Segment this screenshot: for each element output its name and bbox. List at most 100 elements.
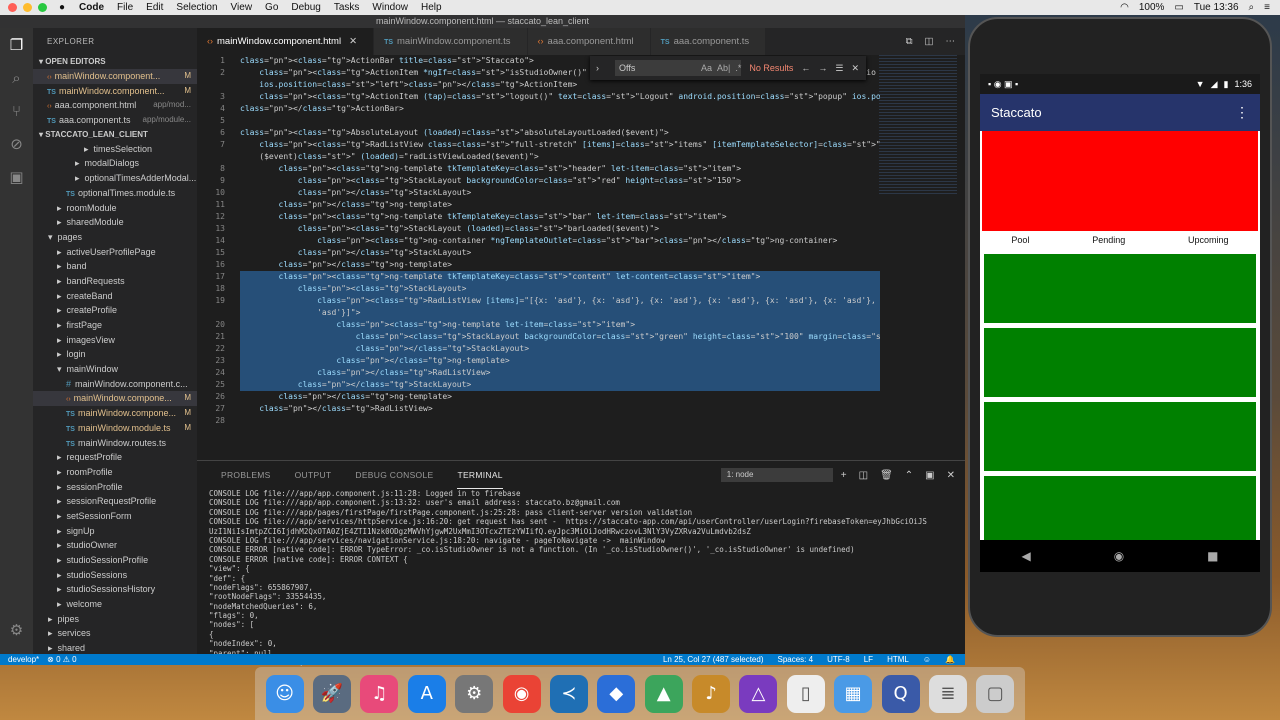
menu-item-4[interactable]: Go — [265, 2, 278, 13]
android-studio-icon[interactable]: ▲ — [644, 674, 683, 713]
open-editor-item[interactable]: TS aaa.component.ts app/module... — [33, 113, 197, 128]
end-of-line[interactable]: LF — [864, 655, 873, 664]
split-editor-icon[interactable]: ◫ — [925, 36, 934, 47]
regex-icon[interactable]: .* — [735, 63, 741, 73]
tree-item[interactable]: ▸ sessionProfile — [33, 480, 197, 495]
tree-item[interactable]: ‹› mainWindow.compone... M — [33, 391, 197, 407]
code-line[interactable]: class="pn"></class="tg">RadListView> — [240, 367, 880, 379]
code-line[interactable]: class="pn"><class="tg">RadListView class… — [240, 139, 880, 151]
notifications-icon[interactable]: 🔔 — [945, 655, 955, 664]
tree-item[interactable]: ▸ bandRequests — [33, 274, 197, 289]
toggle-replace-icon[interactable]: › — [596, 63, 599, 73]
code-line[interactable]: class="pn"></class="tg">StackLayout> — [240, 187, 880, 199]
source-control-icon[interactable]: ⑂ — [0, 94, 33, 127]
code-line[interactable]: class="pn"></class="tg">ng-template> — [240, 391, 880, 403]
code-line[interactable]: class="pn"><class="tg">ng-template tkTem… — [240, 211, 880, 223]
audio-app-icon[interactable]: ♪ — [692, 674, 731, 713]
tree-item[interactable]: ▸ createBand — [33, 289, 197, 304]
segment-tab-pool[interactable]: Pool — [1011, 231, 1029, 249]
kill-terminal-icon[interactable]: 🗑 — [880, 470, 893, 481]
list-item[interactable] — [984, 328, 1256, 397]
more-actions-icon[interactable]: ⋯ — [946, 36, 956, 47]
tree-item[interactable]: ▸ services — [33, 626, 197, 641]
code-line[interactable]: class="pn"></class="tg">ActionBar> — [240, 103, 880, 115]
search-icon[interactable]: ⌕ — [1249, 2, 1255, 13]
tree-item[interactable]: ▸ studioSessions — [33, 568, 197, 583]
tree-item[interactable]: ▸ sharedModule — [33, 215, 197, 230]
tab-3[interactable]: TS aaa.component.ts — [650, 28, 767, 55]
code-line[interactable]: class="pn"><class="tg">ng-template let-i… — [240, 319, 880, 331]
open-editor-item[interactable]: TS mainWindow.component... M — [33, 84, 197, 99]
tree-item[interactable]: # mainWindow.component.c... — [33, 377, 197, 392]
maximize-panel-icon[interactable]: ⌃ — [905, 470, 913, 481]
code-line[interactable]: class="pn"><class="tg">ng-template tkTem… — [240, 163, 880, 175]
project-header[interactable]: ▾ STACCATO_LEAN_CLIENT — [33, 128, 197, 142]
panel-tab-output[interactable]: OUTPUT — [295, 461, 332, 489]
code-line[interactable]: class="pn"></class="tg">StackLayout> — [240, 343, 880, 355]
tree-item[interactable]: ▸ roomProfile — [33, 465, 197, 480]
menu-item-8[interactable]: Help — [421, 2, 442, 13]
tree-item[interactable]: TS mainWindow.routes.ts — [33, 436, 197, 451]
problems-indicator[interactable]: ⊗ 0 ⚠ 0 — [47, 655, 76, 664]
split-terminal-icon[interactable]: ◫ — [859, 470, 868, 481]
list-item[interactable] — [984, 476, 1256, 545]
explorer-icon[interactable]: ❐ — [0, 28, 33, 61]
extensions-icon[interactable]: ▣ — [0, 160, 33, 193]
tree-item[interactable]: ▸ login — [33, 347, 197, 362]
gear-icon[interactable]: ⚙ — [0, 613, 33, 646]
code-line[interactable]: class="pn"></class="tg">ng-template> — [240, 355, 880, 367]
menu-item-1[interactable]: Edit — [146, 2, 163, 13]
panel-tab-terminal[interactable]: TERMINAL — [457, 461, 503, 489]
code-editor[interactable]: 1 2 3 4 5 6 7 8 9 10 11 12 13 14 15 16 17 18 19 20 21 22 23 24 2… — [197, 55, 965, 460]
match-case-icon[interactable]: Aa — [701, 63, 712, 73]
tree-item[interactable]: TS mainWindow.compone... M — [33, 406, 197, 421]
code-line[interactable]: class="pn"></class="tg">ng-template> — [240, 259, 880, 271]
apple-icon[interactable]: ● — [59, 2, 65, 13]
search-icon[interactable]: ⌕ — [0, 61, 33, 94]
code-line[interactable]: class="pn"></class="tg">StackLayout> — [240, 247, 880, 259]
trash-icon[interactable]: ▢ — [976, 674, 1015, 713]
vscode-icon[interactable]: ≺ — [549, 674, 588, 713]
tree-item[interactable]: ▸ createProfile — [33, 303, 197, 318]
system-preferences-icon[interactable]: ⚙ — [455, 674, 494, 713]
tree-item[interactable]: ▸ roomModule — [33, 201, 197, 216]
panel-tab-debug-console[interactable]: DEBUG CONSOLE — [355, 461, 433, 489]
tree-item[interactable]: ▸ studioOwner — [33, 538, 197, 553]
code-line[interactable]: ios.position=class="st">"left">class="pn… — [240, 79, 880, 91]
tree-item[interactable]: ▸ sessionRequestProfile — [33, 494, 197, 509]
document-icon[interactable]: ≣ — [928, 674, 967, 713]
segment-tab-upcoming[interactable]: Upcoming — [1188, 231, 1229, 249]
debug-icon[interactable]: ⊘ — [0, 127, 33, 160]
language-mode[interactable]: HTML — [887, 655, 909, 664]
menu-item-2[interactable]: Selection — [176, 2, 217, 13]
wifi-icon[interactable]: ◠ — [1120, 2, 1129, 13]
tree-item[interactable]: ▸ pipes — [33, 612, 197, 627]
terminal-output[interactable]: CONSOLE LOG file:///app/app.component.js… — [209, 489, 959, 667]
overflow-menu-icon[interactable]: ⋮ — [1235, 104, 1249, 121]
tree-item[interactable]: ▸ signUp — [33, 524, 197, 539]
tree-item[interactable]: ▾ pages — [33, 230, 197, 245]
finder-icon[interactable]: ☺ — [265, 674, 304, 713]
code-content[interactable]: class="pn"><class="tg">ActionBar title=c… — [240, 55, 880, 427]
menu-list-icon[interactable]: ≡ — [1264, 2, 1270, 13]
feedback-icon[interactable]: ☺ — [923, 655, 931, 664]
code-line[interactable]: class="pn"><class="tg">StackLayout backg… — [240, 331, 880, 343]
tab-1[interactable]: TS mainWindow.component.ts — [374, 28, 528, 55]
open-editor-item[interactable]: ‹› aaa.component.html app/mod... — [33, 98, 197, 113]
close-tab-icon[interactable]: ✕ — [349, 36, 357, 47]
panel-layout-icon[interactable]: ▣ — [925, 470, 934, 481]
clock[interactable]: Tue 13:36 — [1194, 2, 1239, 13]
previous-match-icon[interactable]: ← — [801, 63, 810, 74]
find-in-selection-icon[interactable]: ☰ — [835, 63, 843, 74]
open-preview-icon[interactable]: ⧉ — [906, 36, 913, 47]
whole-word-icon[interactable]: Ab| — [717, 63, 730, 73]
android-screen[interactable]: ▪ ◉ ▣ ▪ ▼ ◢ ▮ 1:36 Staccato ⋮ Pool Pendin… — [980, 74, 1260, 570]
launchpad-icon[interactable]: 🚀 — [313, 674, 352, 713]
app-store-icon[interactable]: A — [407, 674, 446, 713]
tree-item[interactable]: ▸ firstPage — [33, 318, 197, 333]
menu-item-0[interactable]: File — [117, 2, 133, 13]
code-line[interactable]: class="pn"><class="tg">ng-template tkTem… — [240, 271, 880, 283]
tree-item[interactable]: ▸ studioSessionsHistory — [33, 582, 197, 597]
menu-item-5[interactable]: Debug — [291, 2, 320, 13]
indentation[interactable]: Spaces: 4 — [777, 655, 813, 664]
